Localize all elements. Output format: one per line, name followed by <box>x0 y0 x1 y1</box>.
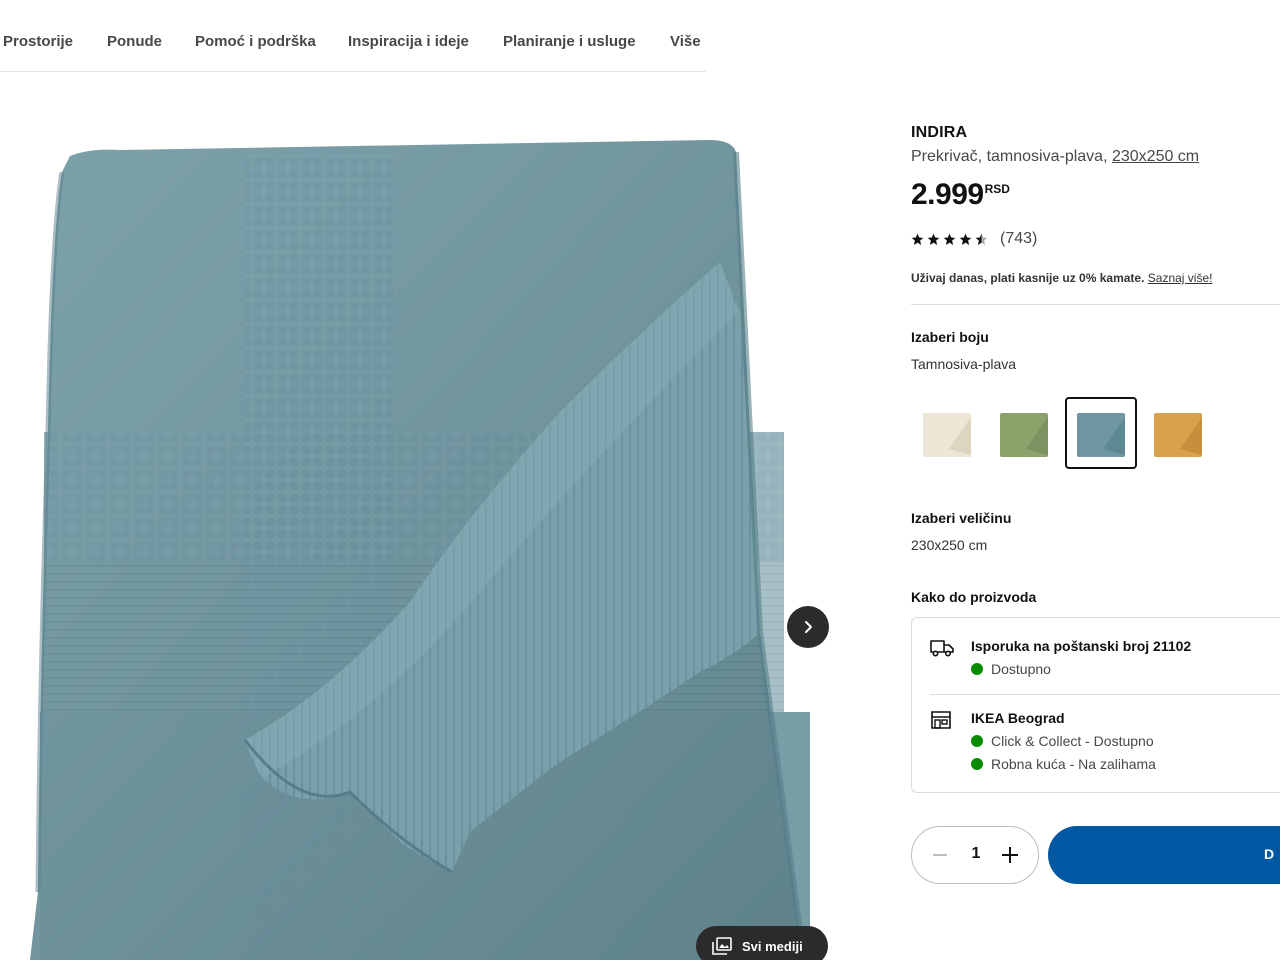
rating-stars <box>911 233 988 246</box>
selected-color-name: Tamnosiva-plava <box>911 356 1017 372</box>
section-divider <box>911 304 1280 305</box>
rating-count: (743) <box>1000 230 1038 247</box>
product-price: 2.999 RSD <box>911 178 1010 212</box>
nav-item-prostorije[interactable]: Prostorije <box>3 33 73 50</box>
product-name: INDIRA <box>911 124 968 141</box>
availability-section-title: Kako do proizvoda <box>911 589 1037 605</box>
quantity-increase-button[interactable] <box>998 843 1022 867</box>
swatch-image <box>1154 413 1202 457</box>
nav-item-ponude[interactable]: Ponude <box>107 33 162 50</box>
all-media-label: Svi mediji <box>742 938 803 954</box>
nav-item-vise[interactable]: Više <box>670 33 701 50</box>
store-status-text: Click & Collect - Dostupno <box>991 733 1154 749</box>
product-info-panel: INDIRA Prekrivač, tamnosiva-plava, 230x2… <box>911 0 1280 960</box>
price-currency: RSD <box>984 182 1010 196</box>
media-icon <box>712 937 732 955</box>
add-to-cart-label: D <box>1264 846 1275 862</box>
store-title: IKEA Beograd <box>971 710 1065 726</box>
available-dot-icon <box>971 735 983 747</box>
nav-item-inspiracija[interactable]: Inspiracija i ideje <box>348 33 469 50</box>
color-swatch-white[interactable] <box>911 397 983 469</box>
swatch-image <box>923 413 971 457</box>
chevron-right-icon <box>805 621 812 633</box>
product-description: Prekrivač, tamnosiva-plava, 230x250 cm <box>911 148 1199 166</box>
truck-icon <box>930 640 954 657</box>
delivery-title: Isporuka na poštanski broj 21102 <box>971 638 1192 654</box>
quantity-stepper: 1 <box>911 826 1039 884</box>
financing-text: Uživaj danas, plati kasnije uz 0% kamate… <box>911 271 1148 285</box>
star-half-icon <box>975 233 988 245</box>
star-icon <box>959 233 972 245</box>
color-section-title: Izaberi boju <box>911 329 989 345</box>
financing-note: Uživaj danas, plati kasnije uz 0% kamate… <box>911 271 1212 285</box>
product-gallery <box>0 72 850 960</box>
color-swatch-dark-grey-blue[interactable] <box>1065 397 1137 469</box>
nav-item-planiranje[interactable]: Planiranje i usluge <box>503 33 636 50</box>
swatch-image <box>1077 413 1125 457</box>
product-page: Prostorije Ponude Pomoć i podrška Inspir… <box>0 0 1280 960</box>
store-icon <box>931 711 951 729</box>
delivery-status-text: Dostupno <box>991 661 1051 677</box>
store-status-in-stock: Robna kuća - Na zalihama <box>971 756 1156 772</box>
product-description-text: Prekrivač, tamnosiva-plava, <box>911 148 1112 165</box>
product-image[interactable] <box>0 72 850 960</box>
available-dot-icon <box>971 758 983 770</box>
add-to-cart-button[interactable]: D <box>1048 826 1280 884</box>
selected-size[interactable]: 230x250 cm <box>911 537 987 553</box>
availability-divider <box>930 694 1280 695</box>
size-section-title: Izaberi veličinu <box>911 510 1012 526</box>
product-rating[interactable]: (743) <box>911 230 1037 248</box>
store-status-text: Robna kuća - Na zalihama <box>991 756 1156 772</box>
delivery-status: Dostupno <box>971 661 1051 677</box>
nav-item-pomoc[interactable]: Pomoć i podrška <box>195 33 316 50</box>
swatch-image <box>1000 413 1048 457</box>
financing-link[interactable]: Saznaj više! <box>1148 271 1213 285</box>
star-icon <box>927 233 940 245</box>
available-dot-icon <box>971 663 983 675</box>
gallery-next-button[interactable] <box>787 606 829 648</box>
all-media-button[interactable]: Svi mediji <box>696 926 828 960</box>
color-swatch-green[interactable] <box>988 397 1060 469</box>
star-icon <box>911 233 924 245</box>
product-size-link[interactable]: 230x250 cm <box>1112 148 1199 165</box>
color-swatch-yellow[interactable] <box>1142 397 1214 469</box>
availability-box: Isporuka na poštanski broj 21102 Dostupn… <box>911 617 1280 793</box>
star-icon <box>943 233 956 245</box>
store-status-click-collect: Click & Collect - Dostupno <box>971 733 1154 749</box>
top-navigation: Prostorije Ponude Pomoć i podrška Inspir… <box>0 0 706 72</box>
price-value: 2.999 <box>911 178 984 211</box>
plus-icon <box>1002 847 1018 863</box>
